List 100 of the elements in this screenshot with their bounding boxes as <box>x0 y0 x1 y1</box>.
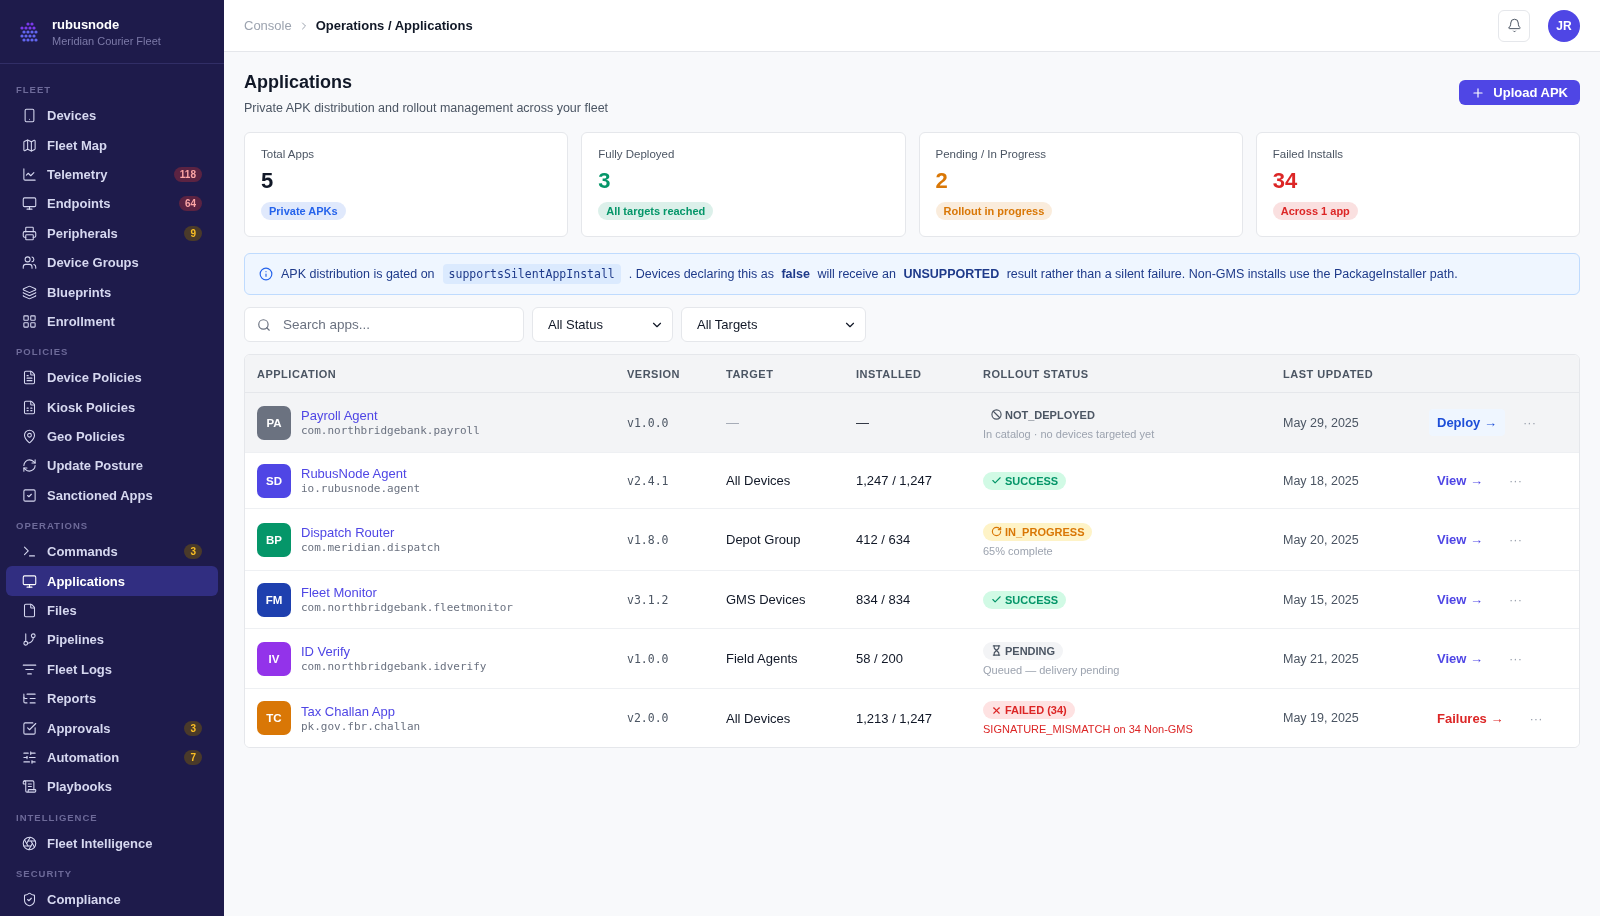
app-icon: BP <box>257 522 291 557</box>
logo-icon <box>20 20 38 43</box>
sidebar-item[interactable]: Kiosk Policies <box>6 392 218 422</box>
sidebar-item[interactable]: Enrollment <box>6 306 218 337</box>
version-cell-text: v2.0.0 <box>627 711 670 725</box>
page-subtitle: Private APK distribution and rollout management across your fleet <box>244 101 609 115</box>
notifications-button[interactable] <box>1498 9 1530 42</box>
app-name[interactable]: Fleet Monitor <box>301 585 513 600</box>
count-badge: 9 <box>184 225 202 241</box>
nav-label: Devices <box>47 108 98 124</box>
sidebar-item[interactable]: Fleet Logs <box>6 654 218 685</box>
stat-label: Total Apps <box>261 148 315 160</box>
nav-icon <box>22 487 37 503</box>
nav-label: Peripherals <box>47 225 119 241</box>
sidebar-item[interactable]: Telemetry 118 <box>6 159 218 190</box>
sidebar-item[interactable]: Device Groups <box>6 247 218 278</box>
nav-label: Applications <box>47 573 126 589</box>
search-field[interactable]: Search apps... <box>244 307 524 342</box>
sidebar-item[interactable]: Pipelines <box>6 625 218 655</box>
status-icon <box>991 409 1002 420</box>
app-name[interactable]: RubusNode Agent <box>301 466 421 481</box>
count-badge: 3 <box>184 544 202 560</box>
installed-cell-text: — <box>856 415 870 430</box>
nav-icon <box>22 196 37 212</box>
sidebar-item[interactable]: Devices <box>6 101 218 131</box>
date-cell-text: May 15, 2025 <box>1283 592 1360 607</box>
nav-label: Blueprints <box>47 284 113 300</box>
nav-icon <box>22 166 37 182</box>
status-select[interactable]: All Status <box>532 307 673 342</box>
status-icon <box>991 526 1002 537</box>
nav-label: Kiosk Policies <box>47 399 137 415</box>
nav-icon <box>22 399 37 415</box>
nav-label: Commands <box>47 544 119 560</box>
nav-icon <box>22 573 37 589</box>
count-badge: 118 <box>173 166 202 182</box>
sidebar-item[interactable]: Geo Policies <box>6 421 218 452</box>
section-title: FLEET <box>15 83 53 97</box>
sidebar-item[interactable]: Approvals 3 <box>6 713 218 743</box>
search-icon <box>257 317 271 332</box>
version-cell-text: v1.8.0 <box>627 532 670 547</box>
nav-label: Fleet Map <box>47 137 108 153</box>
sidebar-item[interactable]: Files <box>6 595 218 626</box>
installed-cell-text: 1,213 / 1,247 <box>856 710 933 726</box>
sidebar-item[interactable]: Automation 7 <box>6 742 218 773</box>
nav-icon <box>22 225 37 241</box>
search-input[interactable]: Search apps... <box>281 316 511 333</box>
column-header: INSTALLED <box>856 367 923 380</box>
upload-button[interactable]: Upload APK <box>1459 80 1580 105</box>
status-pill: PENDING <box>983 641 1064 660</box>
sidebar-item[interactable]: Peripherals 9 <box>6 218 218 248</box>
sidebar-item[interactable]: Reports <box>6 684 218 714</box>
nav-icon <box>22 370 37 386</box>
app-name[interactable]: ID Verify <box>301 644 487 659</box>
package-name: com.northbridgebank.payroll <box>301 424 480 437</box>
app-name[interactable]: Tax Challan App <box>301 703 421 719</box>
sidebar-item[interactable]: Playbooks <box>6 772 218 802</box>
target-select[interactable]: All Targets <box>681 307 866 342</box>
row-action-link[interactable]: Deploy → <box>1429 409 1505 436</box>
column-header: VERSION <box>627 367 681 380</box>
stat-value: 5 <box>261 168 274 194</box>
app-icon: FM <box>257 582 291 617</box>
sidebar-item[interactable]: Blueprints <box>6 277 218 307</box>
stat-label: Pending / In Progress <box>935 148 1047 160</box>
nav-icon <box>22 835 37 851</box>
row-action-link[interactable]: View → <box>1429 645 1491 672</box>
sidebar-item[interactable]: Applications <box>6 566 218 596</box>
code-chip: supportsSilentAppInstall <box>442 264 621 284</box>
stat-tag: Across 1 app <box>1272 202 1358 220</box>
count-badge: 7 <box>184 750 202 765</box>
nav-icon <box>22 458 37 474</box>
sidebar-item[interactable]: Commands 3 <box>6 537 218 567</box>
nav-label: Fleet Intelligence <box>47 835 154 851</box>
nav-label: Playbooks <box>47 779 114 795</box>
package-name: io.rubusnode.agent <box>301 482 421 495</box>
stat-value: 3 <box>598 168 611 194</box>
sidebar-item[interactable]: Fleet Intelligence <box>6 828 218 858</box>
target-cell-text: Field Agents <box>726 651 799 666</box>
installed-cell-text: 834 / 834 <box>856 592 912 607</box>
row-action-link[interactable]: View → <box>1429 467 1491 494</box>
sidebar-item[interactable]: Fleet Map <box>6 130 218 160</box>
user-avatar[interactable]: JR <box>1548 9 1580 42</box>
sidebar-item[interactable]: Compliance <box>6 885 218 915</box>
sidebar-item[interactable]: Device Policies <box>6 363 218 393</box>
row-action-link[interactable]: View → <box>1429 586 1491 613</box>
row-action-link[interactable]: Failures → <box>1429 704 1512 732</box>
section-title: POLICIES <box>15 345 70 360</box>
sidebar-item[interactable]: Sanctioned Apps <box>6 480 218 511</box>
sidebar-item[interactable]: Update Posture <box>6 451 218 481</box>
nav-label: Geo Policies <box>47 429 127 445</box>
nav-label: Pipelines <box>47 632 106 648</box>
table-row[interactable]: PA Payroll Agent com.northbridgebank.payroll v1.0.0 — — NOT_DEPLOYED In catalog · no devices targeted yet May 29, 2025 Deploy → ··· <box>245 393 1579 453</box>
nav-icon <box>22 137 37 153</box>
app-name[interactable]: Payroll Agent <box>301 408 480 423</box>
row-action-link[interactable]: View → <box>1429 526 1491 553</box>
app-name[interactable]: Dispatch Router <box>301 525 441 540</box>
sidebar-item[interactable]: Endpoints 64 <box>6 189 218 219</box>
nav-icon <box>22 313 37 329</box>
plus-icon <box>1471 85 1486 100</box>
stat-tag: Private APKs <box>261 202 346 220</box>
nav-label: Update Posture <box>47 458 145 474</box>
